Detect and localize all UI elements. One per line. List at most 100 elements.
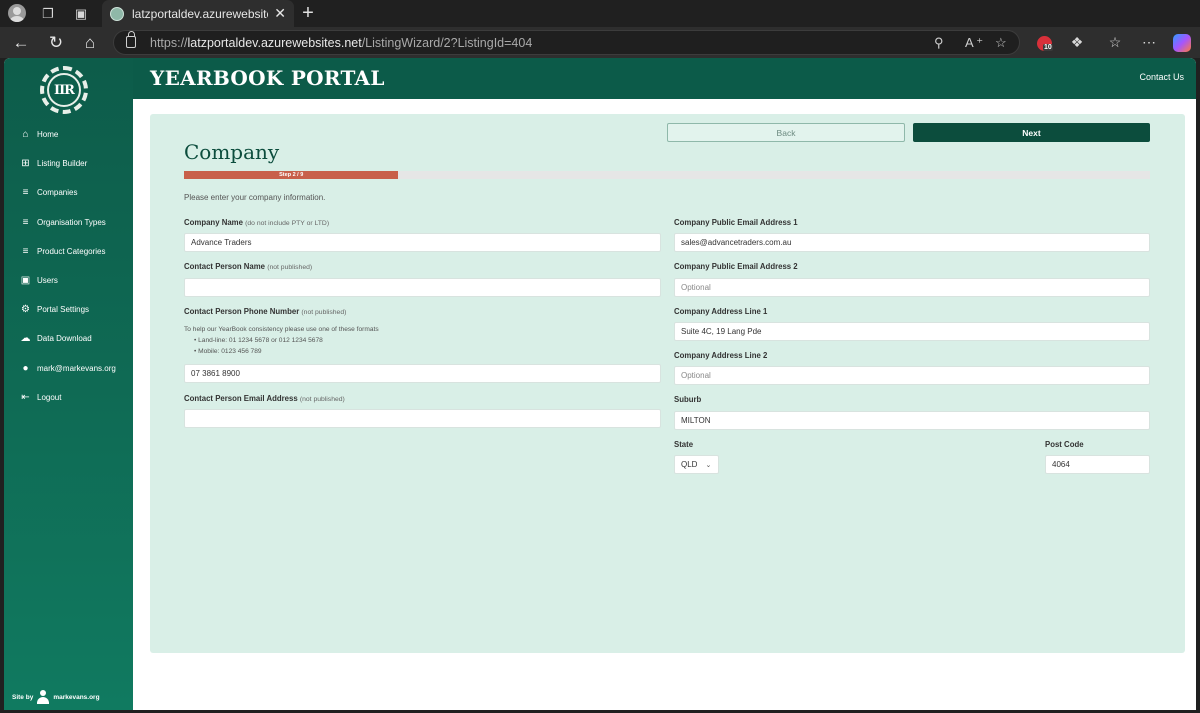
label-text: Contact Person Name	[184, 262, 266, 271]
url-host: latzportaldev.azurewebsites.net	[187, 35, 362, 50]
state-label: State	[674, 440, 694, 449]
postcode-label: Post Code	[1045, 440, 1084, 449]
home-browser-icon[interactable]: ⌂	[79, 32, 101, 54]
logo-text: IIR	[47, 73, 81, 107]
label-text: Contact Person Email Address	[184, 394, 298, 403]
label-note: (do not include PTY or LTD)	[245, 220, 330, 227]
public-email-2-input[interactable]: Optional	[674, 278, 1150, 297]
phone-format-help: To help our YearBook consistency please …	[184, 324, 379, 357]
contact-phone-input[interactable]: 07 3861 8900	[184, 364, 661, 383]
top-header: YEARBOOK PORTAL Contact Us	[133, 58, 1196, 99]
contact-email-input[interactable]	[184, 409, 661, 428]
lock-icon[interactable]	[126, 31, 136, 48]
sidebar-item-portal-settings[interactable]: ⚙ Portal Settings	[4, 295, 133, 324]
intro-text: Please enter your company information.	[184, 193, 326, 202]
refresh-icon[interactable]: ↻	[45, 32, 67, 54]
home-icon: ⌂	[22, 129, 29, 141]
close-tab-icon[interactable]: ✕	[274, 5, 286, 22]
address-1-label: Company Address Line 1	[674, 307, 768, 316]
contact-us-link[interactable]: Contact Us	[1139, 72, 1184, 82]
user-icon: ●	[22, 362, 29, 374]
sidebar-item-label: Portal Settings	[37, 305, 90, 315]
next-button[interactable]: Next	[913, 123, 1150, 142]
sidebar-item-label: Companies	[37, 188, 78, 198]
sidebar-item-label: Product Categories	[37, 246, 106, 256]
label-text: Contact Person Phone Number	[184, 307, 300, 316]
sidebar: IIR ⌂ Home ⊞ Listing Builder ≡ Companies ≡ O…	[4, 58, 133, 710]
favorite-star-icon[interactable]: ☆	[995, 35, 1007, 51]
public-email-2-label: Company Public Email Address 2	[674, 262, 798, 271]
list-item: Mobile: 0123 456 789	[194, 346, 379, 357]
contact-phone-label: Contact Person Phone Number (not publish…	[184, 307, 346, 316]
vertical-tabs-icon[interactable]: ▣	[71, 4, 91, 24]
postcode-input[interactable]: 4064	[1045, 455, 1150, 474]
gear-icon: ⚙	[21, 304, 30, 316]
sidebar-item-companies[interactable]: ≡ Companies	[4, 178, 133, 207]
logout-icon: ⇤	[21, 391, 30, 403]
extensions-icon[interactable]: ❖	[1068, 34, 1086, 51]
sidebar-item-label: Home	[37, 130, 59, 140]
back-arrow-icon[interactable]: ←	[10, 32, 32, 54]
browser-tab-bar: ❐ ▣ latzportaldev.azurewebsites.net/L ✕ …	[0, 0, 1200, 27]
label-note: (not published)	[301, 309, 347, 316]
help-text: To help our YearBook consistency please …	[184, 326, 379, 333]
address-2-label: Company Address Line 2	[674, 351, 768, 360]
more-menu-icon[interactable]: ⋯	[1140, 34, 1158, 51]
sidebar-item-users[interactable]: ▣ Users	[4, 266, 133, 295]
address-bar[interactable]: https://latzportaldev.azurewebsites.net/…	[113, 30, 1020, 55]
wizard-panel: Back Next Company Step 2 / 9 Please ente…	[150, 114, 1185, 653]
url-text: https://latzportaldev.azurewebsites.net/…	[150, 36, 532, 50]
workspaces-icon[interactable]: ❐	[38, 4, 58, 24]
sidebar-item-label: Organisation Types	[37, 217, 106, 227]
sidebar-item-label: Data Download	[37, 334, 92, 344]
sidebar-item-product-categories[interactable]: ≡ Product Categories	[4, 237, 133, 266]
browser-tab-active[interactable]: latzportaldev.azurewebsites.net/L ✕	[102, 0, 294, 27]
back-button[interactable]: Back	[667, 123, 905, 142]
site-by-link[interactable]: markevans.org	[53, 694, 99, 701]
public-email-1-label: Company Public Email Address 1	[674, 218, 798, 227]
browser-toolbar: ← ↻ ⌂ https://latzportaldev.azurewebsite…	[0, 27, 1200, 58]
logo-icon[interactable]: IIR	[40, 66, 88, 114]
tab-title: latzportaldev.azurewebsites.net/L	[132, 6, 268, 21]
profile-avatar-icon[interactable]	[8, 4, 26, 22]
favorites-icon[interactable]: ☆	[1106, 34, 1124, 51]
extension-badge-icon[interactable]: 10	[1037, 36, 1053, 51]
sidebar-item-logout[interactable]: ⇤ Logout	[4, 383, 133, 412]
address-1-input[interactable]: Suite 4C, 19 Lang Pde	[674, 322, 1150, 341]
url-path: /ListingWizard/2?ListingId=404	[361, 35, 533, 50]
company-name-input[interactable]: Advance Traders	[184, 233, 661, 252]
label-note: (not published)	[299, 396, 345, 403]
sidebar-item-home[interactable]: ⌂ Home	[4, 120, 133, 149]
suburb-input[interactable]: MILTON	[674, 411, 1150, 430]
sidebar-item-organisation-types[interactable]: ≡ Organisation Types	[4, 208, 133, 237]
sidebar-item-data-download[interactable]: ☁ Data Download	[4, 324, 133, 353]
company-name-label: Company Name (do not include PTY or LTD)	[184, 218, 329, 227]
list-icon: ≡	[22, 245, 29, 257]
contact-name-label: Contact Person Name (not published)	[184, 262, 312, 271]
portal-brand-title[interactable]: YEARBOOK PORTAL	[150, 66, 385, 90]
copilot-icon[interactable]	[1173, 34, 1191, 52]
contact-name-input[interactable]	[184, 278, 661, 297]
list-item: Land-line: 01 1234 5678 or 012 1234 5678	[194, 335, 379, 346]
sidebar-nav: ⌂ Home ⊞ Listing Builder ≡ Companies ≡ Organ…	[4, 120, 133, 412]
new-tab-icon[interactable]: +	[298, 2, 318, 25]
address-2-input[interactable]: Optional	[674, 366, 1150, 385]
sidebar-item-account[interactable]: ● mark@markevans.org	[4, 354, 133, 383]
step-progress-bar: Step 2 / 9	[184, 171, 1150, 179]
url-scheme: https://	[150, 35, 188, 50]
phone-format-list: Land-line: 01 1234 5678 or 012 1234 5678…	[184, 335, 379, 357]
read-aloud-icon[interactable]: A ⁺	[965, 35, 983, 51]
sidebar-item-label: Listing Builder	[37, 159, 88, 169]
extension-badge-count: 10	[1043, 44, 1053, 51]
app-viewport: IIR ⌂ Home ⊞ Listing Builder ≡ Companies ≡ O…	[4, 58, 1196, 710]
author-avatar-icon	[37, 690, 50, 704]
list-icon: ≡	[22, 187, 29, 199]
site-by-prefix: Site by	[12, 693, 34, 701]
state-select[interactable]: QLD ⌄	[674, 455, 719, 474]
zoom-icon[interactable]: ⚲	[934, 35, 944, 51]
public-email-1-input[interactable]: sales@advancetraders.com.au	[674, 233, 1150, 252]
user-box-icon: ▣	[20, 275, 31, 287]
sidebar-item-label: mark@markevans.org	[37, 363, 116, 373]
list-icon: ≡	[22, 216, 29, 228]
sidebar-item-listing-builder[interactable]: ⊞ Listing Builder	[4, 149, 133, 178]
